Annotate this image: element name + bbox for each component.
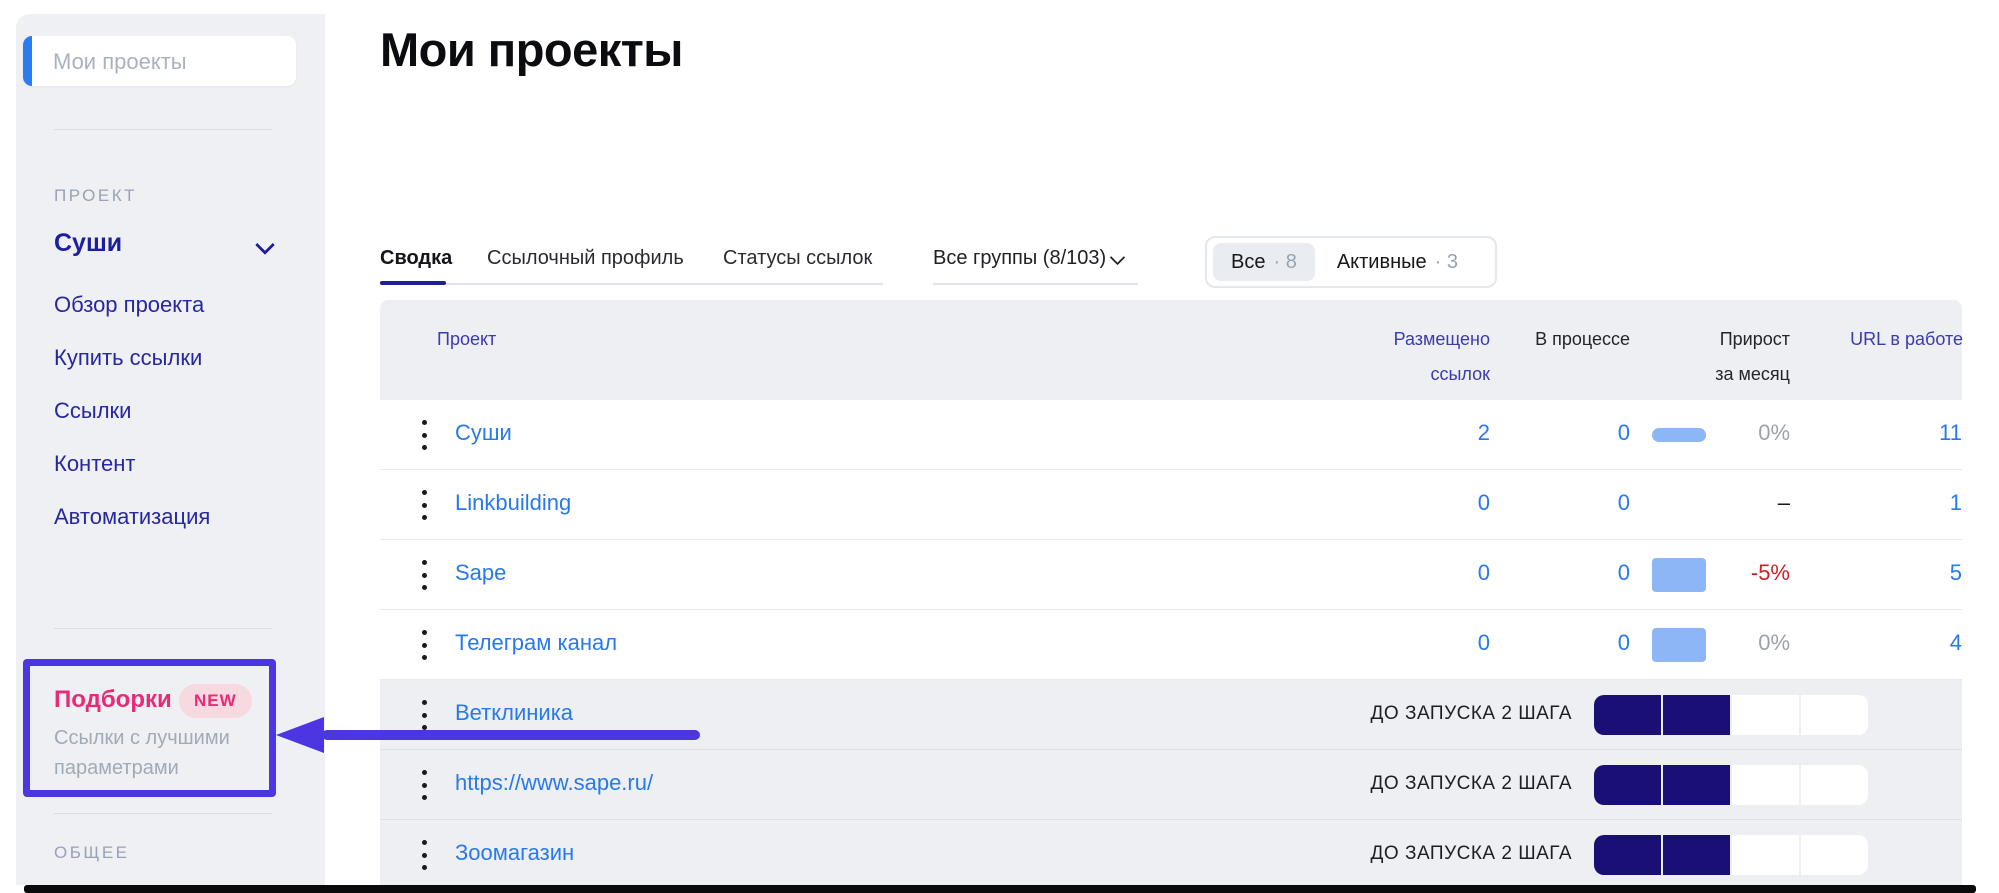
in-progress-value[interactable]: 0 bbox=[1540, 490, 1630, 516]
annotation-arrow-head-icon bbox=[276, 717, 324, 753]
filter-all-count: · 8 bbox=[1273, 251, 1296, 274]
launch-status-label: ДО ЗАПУСКА 2 ШАГА bbox=[1272, 703, 1572, 725]
sidebar-divider bbox=[54, 813, 272, 814]
kebab-menu-icon[interactable] bbox=[414, 698, 434, 732]
launch-progress-bar bbox=[1594, 835, 1868, 875]
urls-in-work-value[interactable]: 4 bbox=[1862, 630, 1962, 656]
col-header-monthly-growth: Приростза месяц bbox=[1650, 322, 1790, 392]
col-header-placed-links[interactable]: Размещеноссылок bbox=[1340, 322, 1490, 392]
sidebar-item-content[interactable]: Контент bbox=[54, 451, 136, 477]
filter-active-button[interactable]: Активные · 3 bbox=[1319, 243, 1476, 281]
kebab-menu-icon[interactable] bbox=[414, 418, 434, 452]
active-tab-indicator bbox=[380, 281, 446, 285]
col-header-in-progress: В процессе bbox=[1500, 322, 1630, 357]
tab-link-statuses[interactable]: Статусы ссылок bbox=[723, 247, 872, 270]
table-row: Linkbuilding 0 0 – 1 bbox=[380, 470, 1962, 540]
project-link[interactable]: Телеграм канал bbox=[455, 630, 617, 656]
launch-status-label: ДО ЗАПУСКА 2 ШАГА bbox=[1272, 843, 1572, 865]
project-link[interactable]: Sape bbox=[455, 560, 506, 586]
sidebar-section-general: ОБЩЕЕ bbox=[54, 843, 130, 863]
table-row: https://www.sape.ru/ ДО ЗАПУСКА 2 ШАГА bbox=[380, 750, 1962, 820]
page-title: Мои проекты bbox=[380, 22, 683, 77]
placed-links-value[interactable]: 0 bbox=[1400, 490, 1490, 516]
growth-value: – bbox=[1690, 490, 1790, 516]
project-link[interactable]: https://www.sape.ru/ bbox=[455, 770, 653, 796]
chevron-down-icon[interactable] bbox=[1110, 250, 1126, 266]
annotation-highlight-box bbox=[23, 659, 276, 797]
annotation-arrow bbox=[322, 730, 700, 740]
selected-accent-bar bbox=[23, 36, 32, 86]
tabs-underline bbox=[380, 283, 883, 285]
tab-link-profile[interactable]: Ссылочный профиль bbox=[487, 247, 684, 270]
table-row: Суши 2 0 0% 11 bbox=[380, 400, 1962, 470]
sidebar-item-links[interactable]: Ссылки bbox=[54, 398, 131, 424]
kebab-menu-icon[interactable] bbox=[414, 838, 434, 872]
kebab-menu-icon[interactable] bbox=[414, 768, 434, 802]
urls-in-work-value[interactable]: 5 bbox=[1862, 560, 1962, 586]
sidebar-section-project: ПРОЕКТ bbox=[54, 186, 137, 206]
current-project-label[interactable]: Суши bbox=[54, 229, 122, 258]
urls-in-work-value[interactable]: 11 bbox=[1862, 420, 1962, 446]
in-progress-value[interactable]: 0 bbox=[1540, 630, 1630, 656]
groups-dropdown[interactable]: Все группы (8/103) bbox=[933, 247, 1106, 270]
col-header-urls-in-work[interactable]: URL в работе bbox=[1810, 322, 1963, 357]
sidebar-item-buy-links[interactable]: Купить ссылки bbox=[54, 345, 202, 371]
placed-links-value[interactable]: 0 bbox=[1400, 630, 1490, 656]
project-link[interactable]: Суши bbox=[455, 420, 512, 446]
project-selector[interactable]: Мои проекты bbox=[23, 36, 296, 86]
groups-dropdown-underline bbox=[933, 283, 1138, 285]
kebab-menu-icon[interactable] bbox=[414, 558, 434, 592]
placed-links-value[interactable]: 2 bbox=[1400, 420, 1490, 446]
kebab-menu-icon[interactable] bbox=[414, 628, 434, 662]
table-row: Телеграм канал 0 0 0% 4 bbox=[380, 610, 1962, 680]
launch-progress-bar bbox=[1594, 765, 1868, 805]
in-progress-value[interactable]: 0 bbox=[1540, 420, 1630, 446]
filter-active-count: · 3 bbox=[1435, 251, 1458, 274]
project-link[interactable]: Linkbuilding bbox=[455, 490, 571, 516]
window-bottom-edge bbox=[24, 885, 1976, 893]
table-row: Sape 0 0 -5% 5 bbox=[380, 540, 1962, 610]
kebab-menu-icon[interactable] bbox=[414, 488, 434, 522]
sidebar-divider bbox=[54, 628, 272, 629]
filter-active-label: Активные bbox=[1337, 251, 1427, 274]
growth-value: 0% bbox=[1690, 420, 1790, 446]
project-selector-value: Мои проекты bbox=[53, 49, 187, 75]
project-link[interactable]: Зоомагазин bbox=[455, 840, 574, 866]
growth-value: 0% bbox=[1690, 630, 1790, 656]
filter-all-label: Все bbox=[1231, 251, 1265, 274]
sidebar-item-project-overview[interactable]: Обзор проекта bbox=[54, 292, 204, 318]
in-progress-value[interactable]: 0 bbox=[1540, 560, 1630, 586]
project-filter-segmented-control: Все · 8 Активные · 3 bbox=[1205, 236, 1497, 288]
sidebar-divider bbox=[54, 129, 272, 130]
table-header: Проект Размещеноссылок В процессе Прирос… bbox=[380, 300, 1962, 400]
project-link[interactable]: Ветклиника bbox=[455, 700, 573, 726]
growth-value: -5% bbox=[1690, 560, 1790, 586]
urls-in-work-value[interactable]: 1 bbox=[1862, 490, 1962, 516]
launch-progress-bar bbox=[1594, 695, 1868, 735]
col-header-project[interactable]: Проект bbox=[437, 322, 496, 357]
table-row: Зоомагазин ДО ЗАПУСКА 2 ШАГА bbox=[380, 820, 1962, 890]
placed-links-value[interactable]: 0 bbox=[1400, 560, 1490, 586]
filter-all-button[interactable]: Все · 8 bbox=[1213, 243, 1315, 281]
launch-status-label: ДО ЗАПУСКА 2 ШАГА bbox=[1272, 773, 1572, 795]
tab-summary[interactable]: Сводка bbox=[380, 247, 452, 270]
sidebar-item-automation[interactable]: Автоматизация bbox=[54, 504, 210, 530]
